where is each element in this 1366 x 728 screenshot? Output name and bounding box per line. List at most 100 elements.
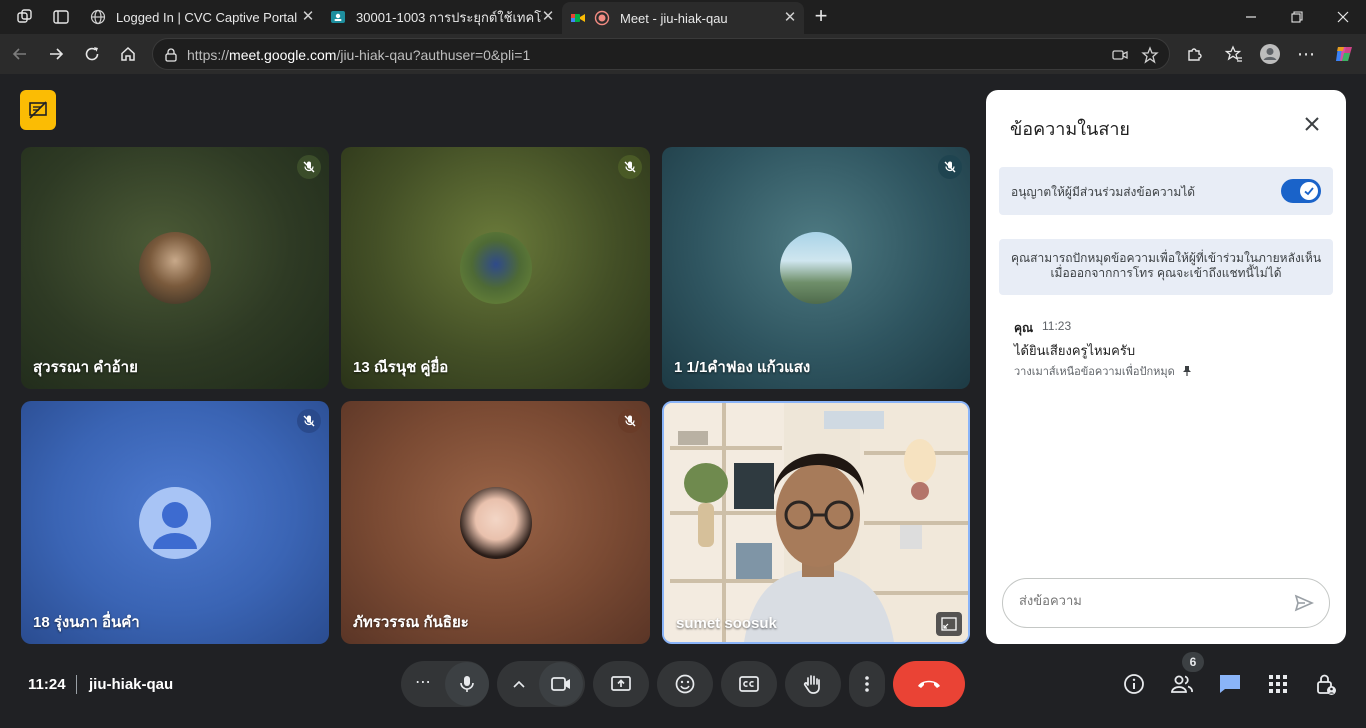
profile-avatar-icon[interactable] [1256,40,1284,68]
video-options-button[interactable] [507,672,531,696]
pin-icon[interactable] [1181,365,1193,377]
allow-messages-label: อนุญาตให้ผู้มีส่วนร่วมส่งข้อความได้ [1011,185,1196,199]
people-icon [1171,675,1193,693]
message-text[interactable]: ได้ยินเสียงครูไหมครับ [1014,340,1135,361]
forward-icon[interactable] [42,40,70,68]
tab-classroom[interactable]: 30001-1003 การประยุกต์ใช้เทคโนโลยีดิจิทั… [322,4,562,30]
chat-button[interactable] [1214,668,1246,700]
participant-avatar [139,232,211,304]
participant-tile[interactable]: ภัทรวรรณ กันธิยะ [341,401,650,644]
mic-off-icon [618,155,642,179]
lock-icon[interactable] [163,47,179,63]
close-tab-icon[interactable]: ✕ [300,9,316,25]
tab-label: 30001-1003 การประยุกต์ใช้เทคโนโลยีดิจิทั… [356,9,542,25]
audio-options-button[interactable]: ⋯ [411,672,435,696]
participant-name: 18 รุ่งนภา อื่นคำ [33,614,140,631]
present-screen-button[interactable] [593,661,649,707]
panel-title: ข้อความในสาย [1010,119,1130,139]
extensions-icon[interactable] [1180,40,1208,68]
allow-messages-toggle[interactable] [1281,179,1321,203]
close-tab-icon[interactable]: ✕ [782,10,798,26]
close-tab-icon[interactable]: ✕ [540,9,556,25]
mic-off-icon [297,409,321,433]
activities-button[interactable] [1262,668,1294,700]
self-view-tile[interactable]: sumet soosuk [662,401,970,644]
raise-hand-button[interactable] [785,661,841,707]
captions-icon [739,676,759,692]
participant-tile[interactable]: 13 ณีรนุช คู่ยื่อ [341,147,650,389]
audio-control-group: ⋯ [401,661,489,707]
participant-name: สุวรรณา คำอ้าย [33,359,138,376]
participant-tile[interactable]: สุวรรณา คำอ้าย [21,147,329,389]
close-window-icon[interactable] [1320,0,1366,34]
favorites-icon[interactable] [1220,40,1248,68]
mic-off-icon [618,409,642,433]
globe-icon [90,9,106,25]
browser-titlebar: Logged In | CVC Captive Portal ✕ 30001-1… [0,0,1366,34]
present-screen-icon [611,676,631,691]
expand-view-button[interactable] [936,612,962,636]
end-call-icon [918,680,940,688]
host-lock-icon [1317,674,1336,695]
message-sender: คุณ [1014,321,1034,335]
host-controls-button[interactable] [1310,668,1342,700]
chevron-up-icon [513,680,525,688]
divider [76,675,77,694]
emoji-icon [675,674,695,694]
address-bar[interactable]: https://meet.google.com/jiu-hiak-qau?aut… [152,38,1170,70]
meet-stage: สุวรรณา คำอ้าย 13 ณีรนุช คู่ยื่อ 1 1/1คำ… [0,74,1366,728]
host-controls-badge[interactable] [20,90,56,130]
camera-icon [551,677,570,691]
home-icon[interactable] [114,40,142,68]
participant-name: ภัทรวรรณ กันธิยะ [353,614,469,631]
workspaces-icon[interactable] [16,8,34,26]
picture-in-picture-icon [941,617,957,631]
new-tab-icon[interactable]: + [810,5,832,28]
message-time: 11:23 [1042,319,1072,333]
minimize-icon[interactable] [1228,0,1274,34]
send-icon [1294,594,1314,612]
microphone-button[interactable] [445,662,489,706]
favorite-star-icon[interactable] [1141,46,1159,64]
mic-off-icon [938,155,962,179]
copilot-icon[interactable] [1330,40,1358,68]
tab-actions-icon[interactable] [52,8,70,26]
more-options-button[interactable] [849,661,885,707]
more-menu-icon[interactable]: ⋯ [1292,40,1320,68]
camera-in-use-icon[interactable] [1111,47,1129,63]
tab-label: Meet - jiu-hiak-qau [620,10,728,26]
presentation-off-icon [29,101,47,119]
meet-icon [570,10,586,26]
leave-call-button[interactable] [893,661,965,707]
meeting-code: jiu-hiak-qau [89,676,174,693]
tab-meet[interactable]: Meet - jiu-hiak-qau ✕ [562,2,804,34]
tab-captive-portal[interactable]: Logged In | CVC Captive Portal ✕ [82,4,322,30]
camera-button[interactable] [539,662,583,706]
microphone-icon [460,676,474,692]
reactions-button[interactable] [657,661,713,707]
participant-tile[interactable]: 18 รุ่งนภา อื่นคำ [21,401,329,644]
video-control-group [497,661,585,707]
send-message-button[interactable] [1293,592,1317,616]
allow-messages-setting: อนุญาตให้ผู้มีส่วนร่วมส่งข้อความได้ [999,167,1333,215]
people-count-badge: 6 [1182,652,1204,672]
camera-video-frame [664,403,968,642]
captions-button[interactable] [721,661,777,707]
classroom-icon [330,9,346,25]
close-panel-button[interactable] [1298,110,1326,138]
toggle-knob [1300,182,1318,200]
send-message-input[interactable] [1019,593,1279,608]
mic-off-icon [297,155,321,179]
pin-hint-text: วางเมาส์เหนือข้อความเพื่อปักหมุด [1014,366,1175,378]
participant-name: sumet soosuk [676,615,777,632]
raise-hand-icon [803,675,820,694]
restore-icon[interactable] [1274,0,1320,34]
participant-avatar [459,486,532,559]
back-icon[interactable] [6,40,34,68]
check-icon [1304,187,1314,196]
people-button[interactable] [1166,668,1198,700]
participant-avatar [459,232,532,304]
participant-tile[interactable]: 1 1/1คำฟอง แก้วแสง [662,147,970,389]
meeting-details-button[interactable] [1118,668,1150,700]
reload-icon[interactable] [78,40,106,68]
